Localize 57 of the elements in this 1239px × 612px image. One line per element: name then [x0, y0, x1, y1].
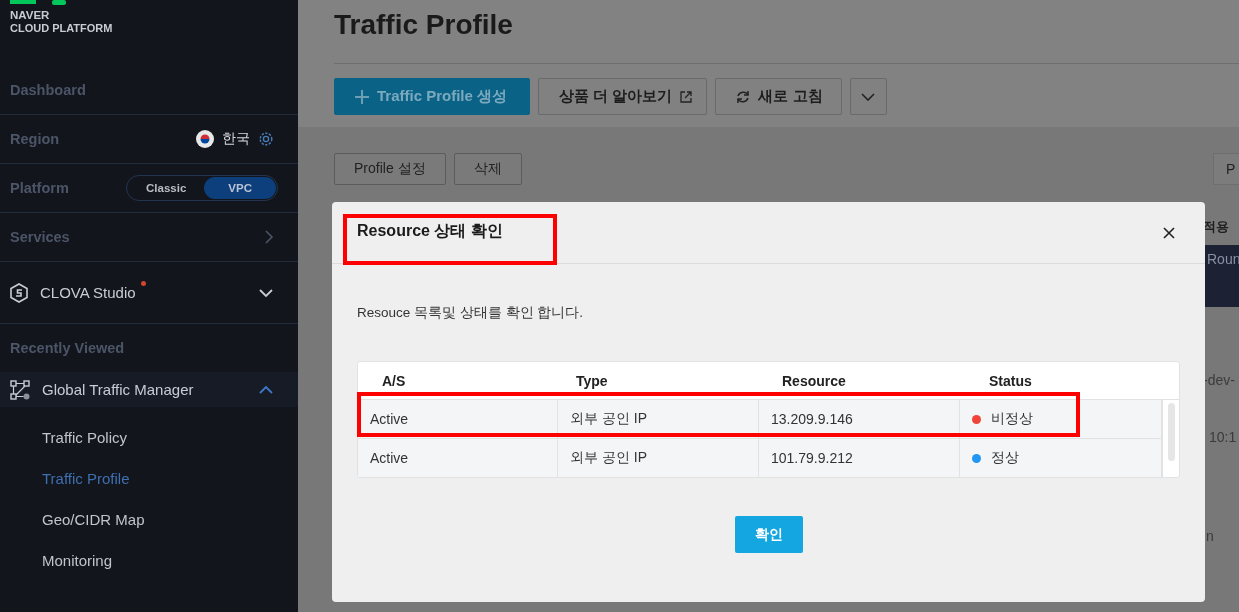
status-text: 비정상 [991, 410, 1033, 428]
flag-icon [196, 130, 214, 148]
region-value[interactable]: 한국 [222, 130, 250, 148]
menu-item[interactable]: CLOVA Studio [40, 284, 136, 301]
submenu-item[interactable]: Geo/CIDR Map [0, 509, 298, 550]
logo-text: CLOUD PLATFORM [10, 22, 114, 35]
section-label: Recently Viewed [10, 340, 125, 356]
table-cell: 10:1 [1209, 429, 1237, 445]
confirm-button[interactable]: 확인 [734, 516, 803, 553]
filter-button[interactable]: P [1213, 153, 1239, 185]
logo-text: NAVER [10, 9, 51, 22]
table-cell: Active [358, 400, 558, 438]
learn-more-button[interactable]: 상품 더 알아보기 [538, 78, 708, 115]
nodes-icon [10, 379, 30, 400]
table-cell: Active [358, 439, 558, 477]
column-header: 적용 [1203, 218, 1229, 236]
menu-item: Global Traffic Manager [42, 381, 194, 398]
submenu-item[interactable]: Traffic Profile [0, 468, 298, 509]
status-text: 정상 [991, 449, 1019, 467]
dialog-message: Resouce 목록및 상태를 확인 합니다. [357, 304, 585, 322]
submenu-item[interactable]: Monitoring [0, 550, 298, 591]
action-button[interactable]: Profile 설정 [334, 153, 446, 185]
chevron-right-icon [264, 229, 274, 245]
column-header: Status [988, 372, 1033, 389]
close-icon [1163, 226, 1175, 239]
table-cell: 13.209.9.146 [759, 400, 960, 438]
dialog-title: Resource 상태 확인 [357, 221, 503, 241]
settings-icon [258, 131, 274, 147]
dropdown-button[interactable] [849, 78, 887, 115]
page-title: Traffic Profile [334, 0, 1239, 64]
column-header: Type [575, 372, 609, 389]
refresh-icon [736, 89, 751, 104]
plus-icon [355, 89, 369, 104]
menu-item[interactable]: Services [10, 229, 70, 245]
table-header: Roun [1203, 245, 1239, 307]
submenu-item[interactable]: Traffic Policy [0, 427, 298, 468]
platform-option[interactable]: VPC [204, 177, 276, 199]
menu-item[interactable]: Dashboard [10, 82, 86, 98]
action-button[interactable]: 삭제 [453, 153, 522, 185]
platform-label: Platform [10, 180, 69, 196]
create-button[interactable]: Traffic Profile 생성 [334, 78, 531, 115]
external-link-icon [680, 90, 693, 103]
table-cell: 101.79.9.212 [759, 439, 960, 477]
column-header: A/S [381, 372, 407, 389]
table-cell: 외부 공인 IP [558, 400, 759, 438]
platform-option[interactable]: Classic [128, 177, 205, 199]
table-cell: n [1206, 528, 1214, 544]
menu-group-header[interactable]: Global Traffic Manager [0, 372, 298, 407]
hexagon-icon [10, 282, 28, 303]
region-label: Region [10, 131, 60, 147]
close-button[interactable] [1161, 224, 1177, 241]
chevron-down-icon [861, 92, 876, 101]
table-cell: -dev- [1203, 372, 1235, 388]
table-cell: 외부 공인 IP [558, 439, 759, 477]
scrollbar-thumb[interactable] [1167, 403, 1175, 461]
column-header: Resource [781, 372, 847, 389]
refresh-button[interactable]: 새로 고침 [715, 78, 842, 115]
